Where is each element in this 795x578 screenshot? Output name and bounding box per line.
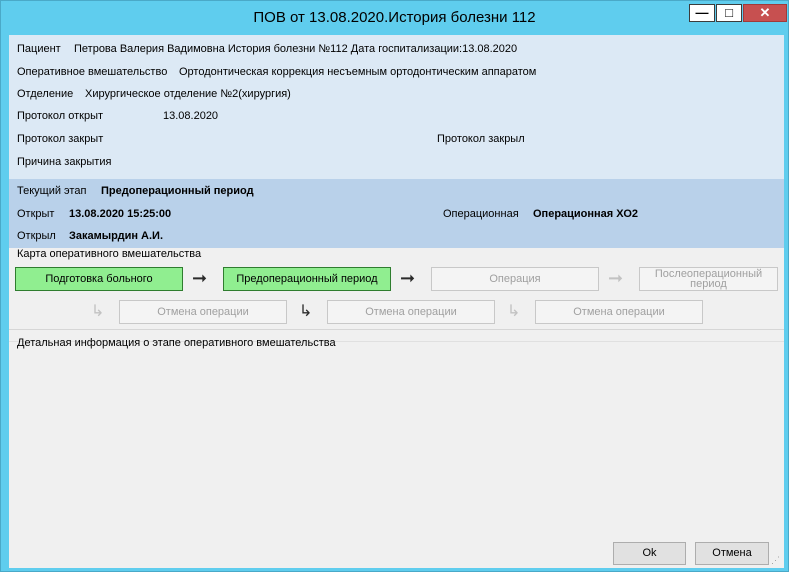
close-button[interactable]: ✕ (743, 4, 787, 22)
step-patient-preparation-button[interactable]: Подготовка больного (15, 267, 183, 291)
arrow-right-icon: ➞ (608, 268, 624, 288)
info-panel: Пациент Петрова Валерия Вадимовна Истори… (9, 35, 784, 179)
current-stage-label: Текущий этап (17, 185, 87, 197)
operating-room-label: Операционная (443, 208, 519, 220)
branch-arrow-icon: ↳ (91, 303, 105, 320)
resize-grip-icon[interactable]: ⋰ (771, 555, 780, 566)
background (0, 572, 795, 578)
arrow-right-icon: ➞ (192, 268, 208, 288)
patient-value: Петрова Валерия Вадимовна История болезн… (74, 43, 518, 55)
branch-arrow-icon: ↳ (299, 303, 313, 320)
step-preoperative-button[interactable]: Предоперационный период (223, 267, 391, 291)
window-title: ПОВ от 13.08.2020.История болезни 112 (253, 9, 536, 26)
protocol-opened-value: 13.08.2020 (163, 110, 219, 122)
current-stage-panel: Текущий этап Предоперационный период Отк… (9, 179, 784, 248)
cancel-button[interactable]: Отмена (695, 542, 769, 565)
cancel-operation-button-3[interactable]: Отмена операции (535, 300, 703, 324)
close-reason-label: Причина закрытия (17, 156, 112, 168)
minimize-button[interactable]: — (689, 4, 715, 22)
cancel-operation-button-2[interactable]: Отмена операции (327, 300, 495, 324)
protocol-closed-by-label: Протокол закрыл (437, 133, 525, 145)
stage-detail-panel (9, 341, 784, 526)
cancel-operation-button-1[interactable]: Отмена операции (119, 300, 287, 324)
operation-value: Ортодонтическая коррекция несъемным орто… (179, 66, 537, 78)
stage-detail-label: Детальная информация о этапе оперативног… (17, 337, 336, 349)
step-operation-button[interactable]: Операция (431, 267, 599, 291)
dialog-window: ПОВ от 13.08.2020.История болезни 112 — … (0, 0, 789, 572)
arrow-right-icon: ➞ (400, 268, 416, 288)
operation-label: Оперативное вмешательство (17, 66, 168, 78)
stage-opened-by-label: Открыл (17, 230, 56, 242)
stage-opened-by-value: Закамырдин А.И. (69, 230, 164, 242)
background (789, 0, 795, 578)
maximize-button[interactable]: □ (716, 4, 742, 22)
operating-room-value: Операционная ХО2 (533, 208, 639, 220)
branch-arrow-icon: ↳ (507, 303, 521, 320)
protocol-opened-label: Протокол открыт (17, 110, 104, 122)
protocol-closed-label: Протокол закрыт (17, 133, 104, 145)
step-postoperative-button[interactable]: Послеоперационный период (639, 267, 778, 291)
dialog-client-area: Пациент Петрова Валерия Вадимовна Истори… (9, 35, 784, 568)
department-label: Отделение (17, 88, 74, 100)
ok-button[interactable]: Ok (613, 542, 686, 565)
stage-opened-label: Открыт (17, 208, 55, 220)
divider (9, 329, 784, 330)
department-value: Хирургическое отделение №2(хирургия) (85, 88, 291, 100)
operation-map-label: Карта оперативного вмешательства (17, 248, 202, 260)
current-stage-value: Предоперационный период (101, 185, 254, 197)
stage-opened-value: 13.08.2020 15:25:00 (69, 208, 172, 220)
patient-label: Пациент (17, 43, 61, 55)
